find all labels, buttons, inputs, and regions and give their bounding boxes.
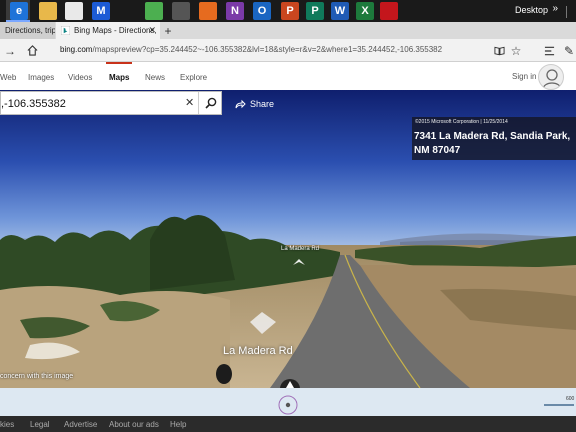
imagery-copyright: ©2015 Microsoft Corporation | 11/25/2014 (415, 119, 508, 125)
powerpoint-icon[interactable]: P (281, 2, 299, 20)
bing-header: Web Images Videos Maps News Explore (0, 62, 576, 90)
nav-explore[interactable]: Explore (180, 73, 207, 82)
address-line-1: 7341 La Madera Rd, Sandia Park, (414, 131, 571, 142)
nav-maps[interactable]: Maps (109, 73, 129, 82)
nav-web[interactable]: Web (0, 73, 16, 82)
malwarebytes-icon[interactable]: M (92, 2, 110, 20)
search-icon (204, 97, 216, 109)
nav-news[interactable]: News (145, 73, 165, 82)
share-label: Share (250, 99, 275, 109)
sign-in-link[interactable]: Sign in (512, 72, 536, 81)
windows-taskbar: eMNOPPWX Desktop » (0, 0, 576, 22)
url-path: /mapspreview?cp=35.244452~-106.355382&lv… (92, 45, 443, 54)
search-input[interactable]: ,-106.355382 (1, 98, 66, 110)
outlook-icon[interactable]: O (253, 2, 271, 20)
street-label-main[interactable]: La Madera Rd (223, 345, 293, 357)
scale-bar (544, 404, 574, 406)
browser-tab-bar: Directions, trip Bing Maps - Directions,… (0, 22, 576, 39)
desktop-label[interactable]: Desktop (515, 5, 548, 15)
firefox-icon[interactable] (199, 2, 217, 20)
url-field[interactable]: bing.com/mapspreview?cp=35.244452~-106.3… (60, 45, 442, 54)
tab-directions[interactable]: Directions, trip (0, 22, 55, 39)
favorites-star-icon[interactable]: ☆ (508, 43, 524, 58)
excel-icon[interactable]: X (356, 2, 374, 20)
share-icon (235, 99, 246, 109)
minimap-strip[interactable] (0, 388, 576, 416)
close-tab-icon[interactable]: ✕ (148, 25, 156, 36)
nav-videos[interactable]: Videos (68, 73, 92, 82)
search-button[interactable] (198, 92, 222, 114)
hub-icon[interactable] (541, 43, 557, 58)
web-note-icon[interactable]: ✎ (561, 43, 576, 58)
footer-link-about-ads[interactable]: About our ads (109, 420, 159, 429)
onenote-icon[interactable]: N (226, 2, 244, 20)
clear-search-icon[interactable]: ✕ (185, 96, 194, 109)
search-panel: ,-106.355382 ✕ (0, 91, 222, 115)
publisher-icon[interactable]: P (306, 2, 324, 20)
footer-link-advertise[interactable]: Advertise (64, 420, 97, 429)
address-bar: → bing.com/mapspreview?cp=35.244452~-106… (0, 39, 576, 62)
nav-images[interactable]: Images (28, 73, 54, 82)
share-button[interactable]: Share (234, 96, 274, 112)
new-tab-button[interactable]: + (162, 22, 174, 39)
edge-icon[interactable]: e (10, 2, 28, 20)
bing-footer: kies Legal Advertise About our ads Help (0, 416, 576, 432)
footer-link-cookies[interactable]: kies (0, 420, 14, 429)
footer-link-legal[interactable]: Legal (30, 420, 50, 429)
chevron-up-icon[interactable]: » (552, 3, 558, 14)
active-nav-underline (106, 62, 132, 64)
tool-icon[interactable] (172, 2, 190, 20)
scale-label: 600 (566, 396, 575, 402)
chrome-icon[interactable] (145, 2, 163, 20)
home-icon[interactable] (24, 43, 40, 58)
word-icon[interactable]: W (331, 2, 349, 20)
acrobat-icon[interactable] (380, 2, 398, 20)
show-desktop-button[interactable] (566, 6, 572, 18)
forward-icon[interactable]: → (2, 43, 18, 58)
street-label-distant[interactable]: La Madera Rd (281, 246, 319, 252)
address-line-2: NM 87047 (414, 145, 461, 156)
store-icon[interactable] (65, 2, 83, 20)
minimap-pin-icon (278, 395, 298, 415)
footer-link-help[interactable]: Help (170, 420, 186, 429)
reading-view-icon[interactable] (491, 43, 507, 58)
user-avatar-icon[interactable] (538, 64, 564, 90)
tab-bing-maps[interactable]: Bing Maps - Directions, ✕ (56, 22, 160, 39)
url-host: bing.com (60, 45, 93, 54)
bing-favicon-icon (61, 26, 70, 35)
tab-label: Bing Maps - Directions, (74, 26, 157, 35)
report-image-link[interactable]: concern with this image (0, 373, 73, 380)
tab-label: Directions, trip (5, 26, 55, 35)
location-info-box: ©2015 Microsoft Corporation | 11/25/2014… (412, 117, 576, 160)
file-explorer-icon[interactable] (39, 2, 57, 20)
